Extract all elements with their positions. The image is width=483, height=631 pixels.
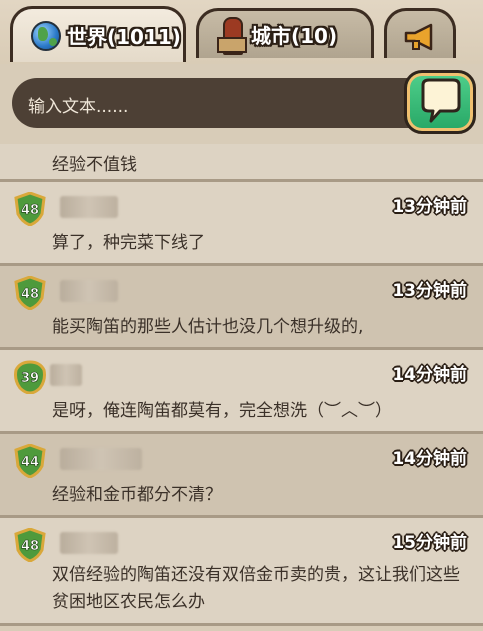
tab-bar: 世界(1011) 城市(10) <box>0 0 483 64</box>
tab-city[interactable]: 城市(10) <box>196 8 374 58</box>
timestamp: 15分钟前 <box>392 533 467 553</box>
message-text: 双倍经验的陶笛还没有双倍金币卖的贵，这让我们这些贫困地区农民怎么办 <box>52 565 460 612</box>
send-button[interactable] <box>404 70 476 134</box>
username-blurred <box>60 196 118 218</box>
tab-world[interactable]: 世界(1011) <box>10 6 186 62</box>
tab-city-label: 城市(10) <box>251 24 338 48</box>
tab-world-label: 世界(1011) <box>67 25 181 49</box>
level-badge-icon: 48 <box>14 528 46 562</box>
list-item[interactable]: 44 14分钟前 经验和金币都分不清？ <box>0 434 483 518</box>
svg-text:39: 39 <box>21 371 39 386</box>
timestamp: 14分钟前 <box>392 365 467 385</box>
message-text: 经验和金币都分不清？ <box>52 485 222 505</box>
chat-input-placeholder: 输入文本...... <box>28 97 129 117</box>
svg-text:48: 48 <box>21 287 39 302</box>
message-text: 能买陶笛的那些人估计也没几个想升级的, <box>52 317 364 337</box>
list-item[interactable]: 48 13分钟前 算了，种完菜下线了 <box>0 182 483 266</box>
chat-input[interactable]: 输入文本...... <box>12 78 432 128</box>
level-badge-icon: 39 <box>14 360 46 394</box>
list-item-previous: 经验不值钱 <box>0 144 483 182</box>
message-text: 是呀，俺连陶笛都莫有，完全想洗（︶︿︶） <box>52 401 392 421</box>
message-text: 经验不值钱 <box>52 155 137 175</box>
username-blurred <box>60 280 118 302</box>
list-item[interactable]: 48 15分钟前 双倍经验的陶笛还没有双倍金币卖的贵，这让我们这些贫困地区农民怎… <box>0 518 483 626</box>
message-text: 算了，种完菜下线了 <box>52 233 205 253</box>
city-icon <box>217 16 247 55</box>
timestamp: 14分钟前 <box>392 449 467 469</box>
username-blurred <box>50 364 82 386</box>
horn-icon <box>404 23 433 51</box>
tab-announcement[interactable] <box>384 8 456 58</box>
timestamp: 13分钟前 <box>392 197 467 217</box>
username-blurred <box>60 532 118 554</box>
globe-icon <box>31 20 61 51</box>
timestamp: 13分钟前 <box>392 281 467 301</box>
svg-text:44: 44 <box>21 455 39 470</box>
level-badge-icon: 48 <box>14 192 46 226</box>
level-badge-icon: 44 <box>14 444 46 478</box>
svg-text:48: 48 <box>21 203 39 218</box>
speech-bubble-icon <box>421 78 461 123</box>
chat-list[interactable]: 经验不值钱 48 13分钟前 算了，种完菜下线了 48 13分钟前 能买陶笛的那… <box>0 144 483 626</box>
svg-text:48: 48 <box>21 539 39 554</box>
username-blurred <box>60 448 142 470</box>
level-badge-icon: 48 <box>14 276 46 310</box>
list-item[interactable]: 48 13分钟前 能买陶笛的那些人估计也没几个想升级的, <box>0 266 483 350</box>
list-item[interactable]: 39 14分钟前 是呀，俺连陶笛都莫有，完全想洗（︶︿︶） <box>0 350 483 434</box>
